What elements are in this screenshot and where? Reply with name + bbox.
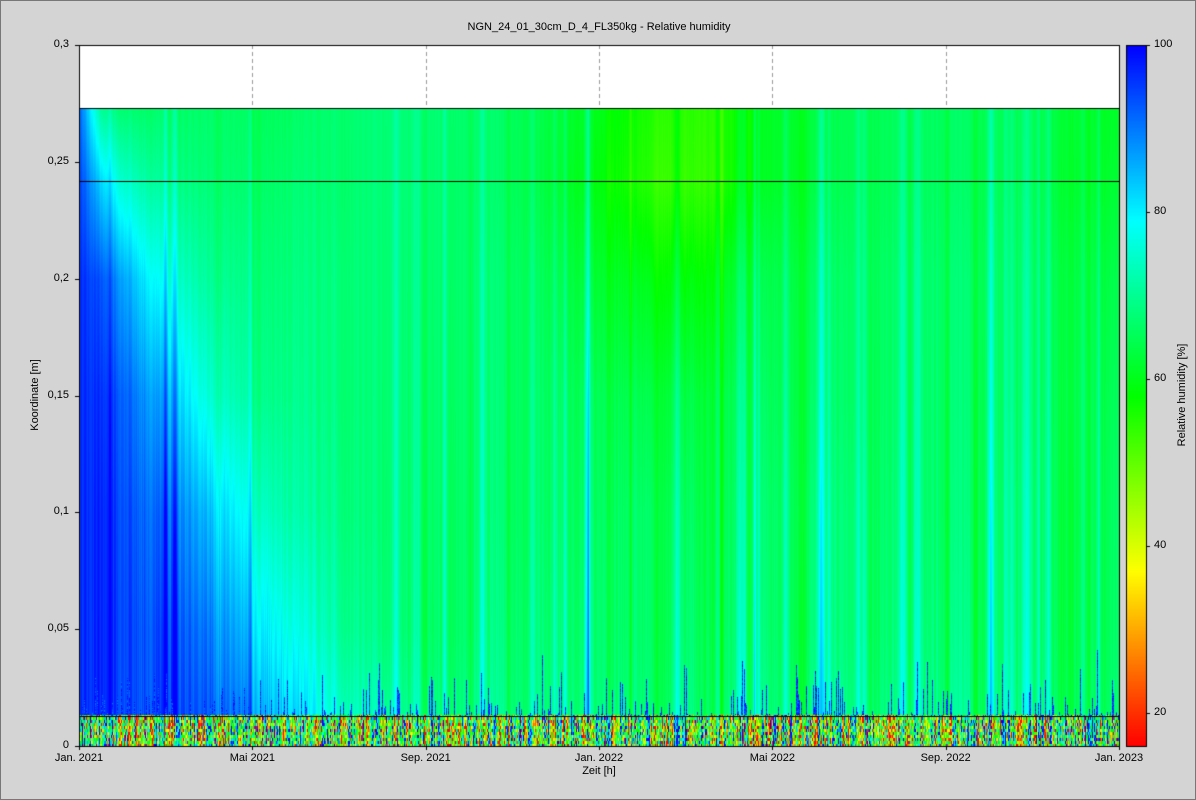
- chart-canvas: [1, 1, 1196, 800]
- chart-window: NGN_24_01_30cm_D_4_FL350kg - Relative hu…: [0, 0, 1196, 800]
